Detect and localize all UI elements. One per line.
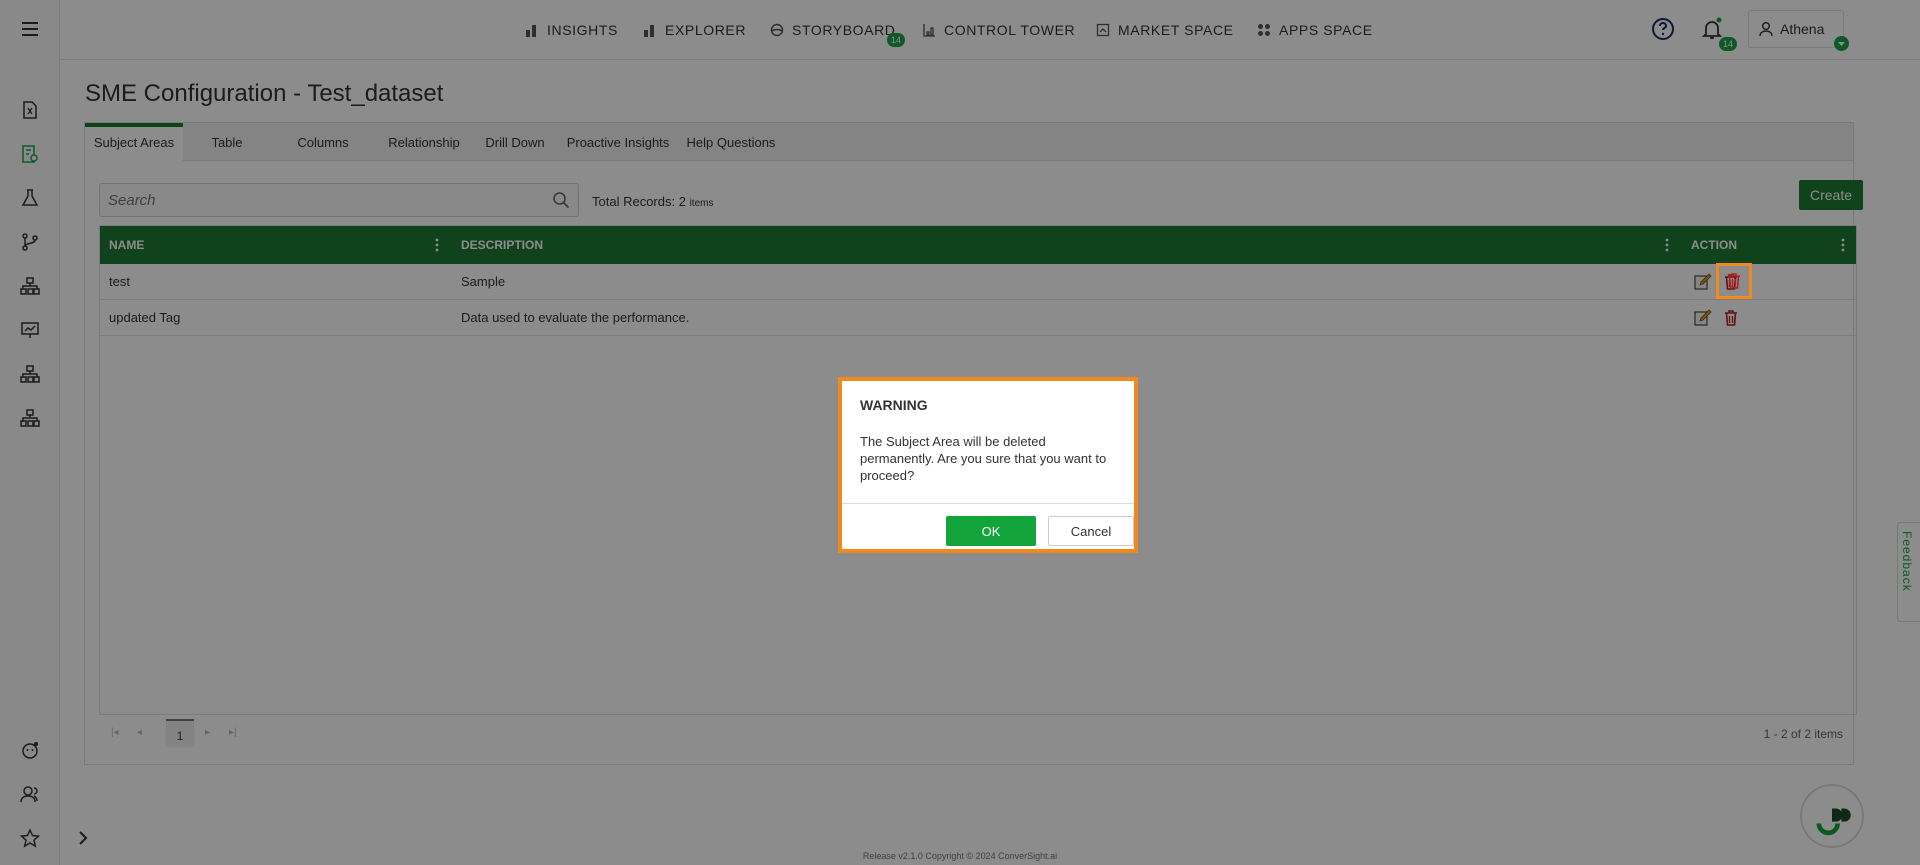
ok-button[interactable]: OK xyxy=(946,516,1036,546)
cancel-button[interactable]: Cancel xyxy=(1048,516,1134,546)
dialog-message: The Subject Area will be deleted permane… xyxy=(860,434,1107,483)
delete-trash-icon[interactable] xyxy=(1725,272,1743,290)
warning-dialog: WARNING The Subject Area will be deleted… xyxy=(838,377,1138,553)
delete-highlight-box xyxy=(1716,263,1752,299)
dialog-divider xyxy=(842,503,1134,504)
dialog-title: WARNING xyxy=(860,397,928,413)
